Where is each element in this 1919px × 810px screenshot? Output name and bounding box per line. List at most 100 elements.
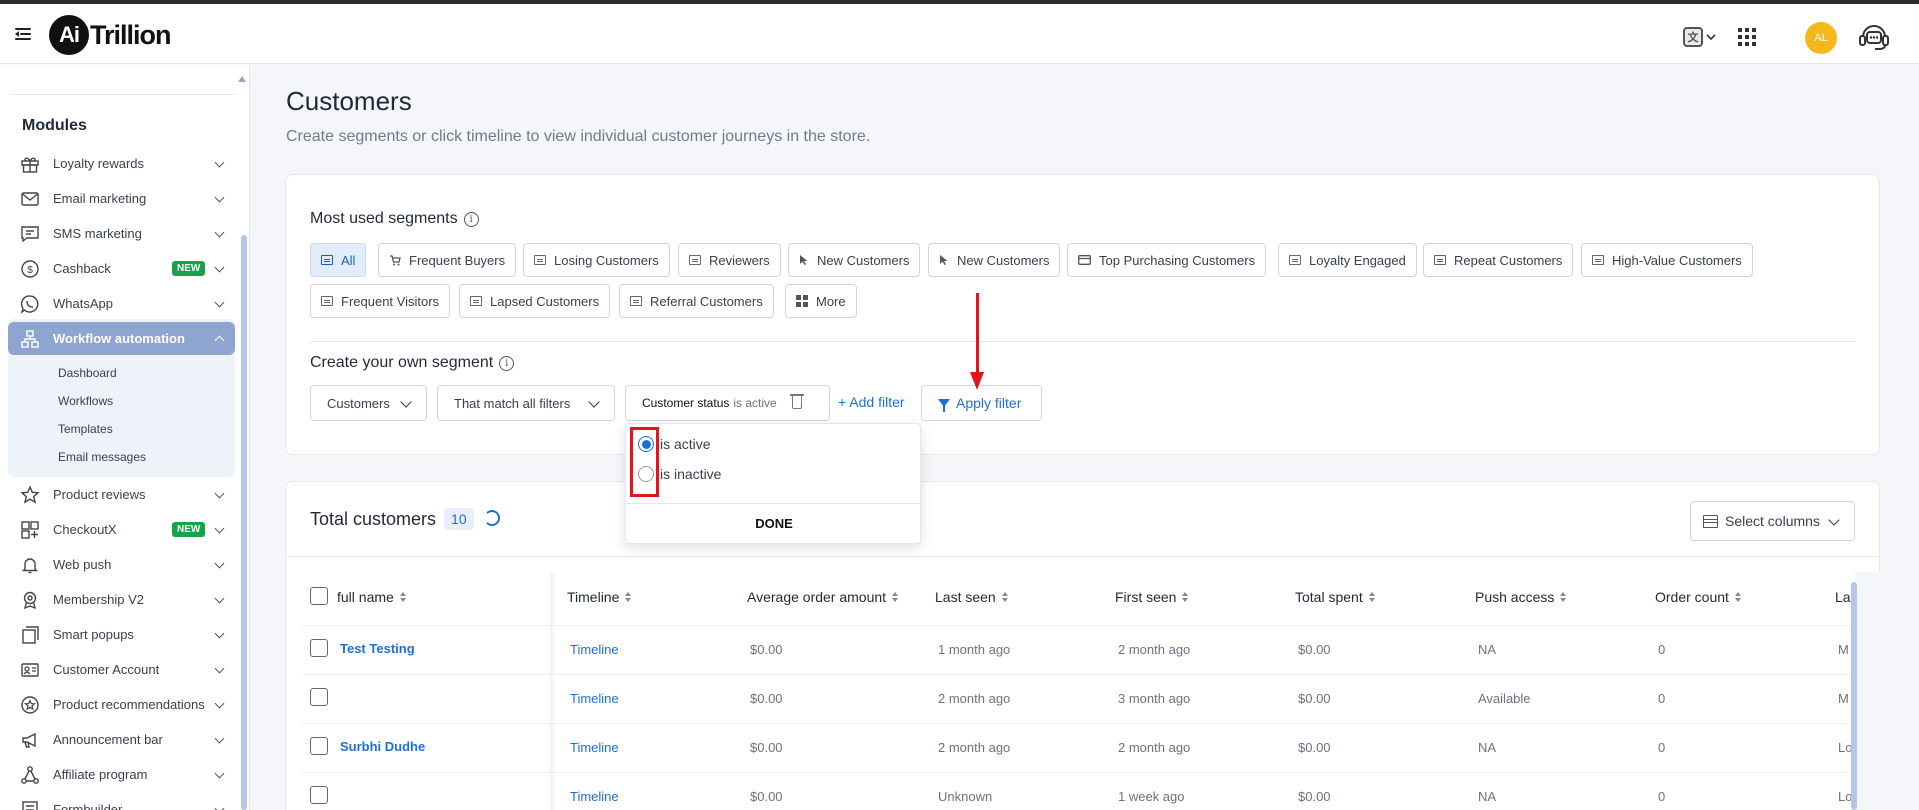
menu-collapse-icon[interactable] <box>15 26 33 42</box>
brand-logo[interactable]: Ai Trillion <box>49 15 172 55</box>
column-header-last-seen[interactable]: Last seen <box>935 589 1009 605</box>
segment-chip-lapsed-customers[interactable]: Lapsed Customers <box>459 284 611 318</box>
segment-chip-repeat-customers[interactable]: Repeat Customers <box>1423 243 1574 277</box>
sidebar-item-affiliate-program[interactable]: Affiliate program <box>8 758 235 791</box>
sort-icon[interactable] <box>1368 592 1376 602</box>
sidebar-item-label: Workflow automation <box>53 331 185 346</box>
segment-chip-all[interactable]: All <box>310 243 367 277</box>
user-avatar[interactable]: AL <box>1805 22 1837 54</box>
column-label: First seen <box>1115 589 1177 605</box>
form-icon <box>22 801 38 810</box>
segment-chip-reviewers[interactable]: Reviewers <box>678 243 781 277</box>
sidebar-item-product-recommendations[interactable]: Product recommendations <box>8 688 235 721</box>
customer-name-link[interactable]: Test Testing <box>340 641 415 656</box>
timeline-link[interactable]: Timeline <box>570 789 619 804</box>
column-header-push-access[interactable]: Push access <box>1475 589 1567 605</box>
sidebar-item-web-push[interactable]: Web push <box>8 548 235 581</box>
info-icon[interactable]: i <box>463 211 479 227</box>
sidebar-item-announcement-bar[interactable]: Announcement bar <box>8 723 235 756</box>
segment-chip-frequent-visitors[interactable]: Frequent Visitors <box>310 284 451 318</box>
column-header-full-name[interactable]: full name <box>337 589 407 605</box>
sidebar-item-smart-popups[interactable]: Smart popups <box>8 618 235 651</box>
sort-icon[interactable] <box>1734 592 1742 602</box>
chip-label: Repeat Customers <box>1454 252 1563 268</box>
sidebar-subitem-dashboard[interactable]: Dashboard <box>58 366 117 380</box>
sort-icon[interactable] <box>399 592 407 602</box>
column-header-truncated[interactable]: La <box>1835 589 1851 605</box>
timeline-link[interactable]: Timeline <box>570 642 619 657</box>
info-icon[interactable]: i <box>499 355 515 371</box>
apps-grid-icon[interactable] <box>1738 28 1756 46</box>
segment-chip-new-customers-2[interactable]: New Customers <box>928 243 1061 277</box>
sidebar-subitem-email-messages[interactable]: Email messages <box>58 450 146 464</box>
most-used-segments-heading: Most used segments i <box>310 210 479 228</box>
refresh-icon[interactable] <box>484 510 500 526</box>
sidebar-item-cashback[interactable]: $ Cashback NEW <box>8 252 235 285</box>
sort-icon[interactable] <box>625 592 632 602</box>
column-header-average-order-amount[interactable]: Average order amount <box>747 589 899 605</box>
column-header-order-count[interactable]: Order count <box>1655 589 1742 605</box>
column-label: Order count <box>1655 589 1729 605</box>
row-checkbox[interactable] <box>310 688 328 706</box>
segment-chip-referral-customers[interactable]: Referral Customers <box>619 284 774 318</box>
select-all-checkbox[interactable] <box>310 587 328 605</box>
segment-chip-more[interactable]: More <box>785 284 857 318</box>
row-checkbox[interactable] <box>310 639 328 657</box>
chevron-down-icon <box>214 227 225 238</box>
sort-icon[interactable] <box>1560 592 1567 602</box>
language-switcher[interactable]: 文 <box>1683 23 1727 51</box>
timeline-link[interactable]: Timeline <box>570 740 619 755</box>
sidebar-item-sms-marketing[interactable]: SMS marketing <box>8 217 235 250</box>
customer-status-filter[interactable]: Customer status is active <box>625 385 830 421</box>
cell-order-count: 0 <box>1658 789 1666 804</box>
match-select[interactable]: That match all filters <box>437 385 615 421</box>
sidebar-item-workflow-automation[interactable]: Workflow automation <box>8 322 235 355</box>
add-filter-link[interactable]: + Add filter <box>838 394 905 410</box>
segment-chip-top-purchasing[interactable]: Top Purchasing Customers <box>1067 243 1267 277</box>
bell-icon <box>21 558 39 574</box>
sidebar-item-product-reviews[interactable]: Product reviews <box>8 478 235 511</box>
cell-total-spent: $0.00 <box>1298 691 1331 706</box>
sidebar-subitem-workflows[interactable]: Workflows <box>58 394 113 408</box>
select-columns-dropdown[interactable]: Select columns <box>1690 501 1855 541</box>
sidebar-item-formbuilder[interactable]: Formbuilder <box>8 793 235 810</box>
timeline-link[interactable]: Timeline <box>570 691 619 706</box>
sidebar-item-customer-account[interactable]: Customer Account <box>8 653 235 686</box>
section-title-text: Most used segments <box>310 210 458 227</box>
sort-icon[interactable] <box>892 592 899 602</box>
sidebar-item-membership-v2[interactable]: Membership V2 <box>8 583 235 616</box>
chip-label: Referral Customers <box>650 293 763 309</box>
column-header-total-spent[interactable]: Total spent <box>1295 589 1376 605</box>
filter-icon <box>938 399 950 412</box>
row-checkbox[interactable] <box>310 786 328 804</box>
sort-icon[interactable] <box>1001 592 1009 602</box>
sidebar-scroll-up-icon[interactable] <box>238 76 246 82</box>
customer-name-link[interactable]: Surbhi Dudhe <box>340 739 425 754</box>
create-segment-heading: Create your own segment i <box>310 354 515 372</box>
sidebar-scrollbar[interactable] <box>241 235 247 810</box>
sidebar-item-email-marketing[interactable]: Email marketing <box>8 182 235 215</box>
support-headset-icon[interactable] <box>1857 21 1891 53</box>
cart-icon <box>390 255 401 266</box>
sidebar-subitem-templates[interactable]: Templates <box>58 422 113 436</box>
segment-chip-new-customers-1[interactable]: New Customers <box>788 243 921 277</box>
segment-chip-high-value[interactable]: High-Value Customers <box>1581 243 1753 277</box>
apply-filter-button[interactable]: Apply filter <box>921 385 1042 421</box>
sidebar-item-whatsapp[interactable]: WhatsApp <box>8 287 235 320</box>
list-icon <box>534 255 546 265</box>
sort-icon[interactable] <box>1182 592 1189 602</box>
segment-chip-loyalty-engaged[interactable]: Loyalty Engaged <box>1278 243 1417 277</box>
column-header-timeline[interactable]: Timeline <box>567 589 632 605</box>
row-checkbox[interactable] <box>310 737 328 755</box>
table-vertical-scrollbar[interactable] <box>1851 582 1857 810</box>
sidebar-item-checkoutx[interactable]: CheckoutX NEW <box>8 513 235 546</box>
done-button[interactable]: DONE <box>626 516 922 531</box>
sidebar-item-loyalty-rewards[interactable]: Loyalty rewards <box>8 147 235 180</box>
trash-icon[interactable] <box>790 394 804 409</box>
segment-chip-frequent-buyers[interactable]: Frequent Buyers <box>378 243 517 277</box>
entity-select[interactable]: Customers <box>310 385 427 421</box>
id-card-icon <box>21 663 39 677</box>
chevron-down-icon <box>214 297 225 308</box>
segment-chip-losing-customers[interactable]: Losing Customers <box>523 243 670 277</box>
column-header-first-seen[interactable]: First seen <box>1115 589 1189 605</box>
